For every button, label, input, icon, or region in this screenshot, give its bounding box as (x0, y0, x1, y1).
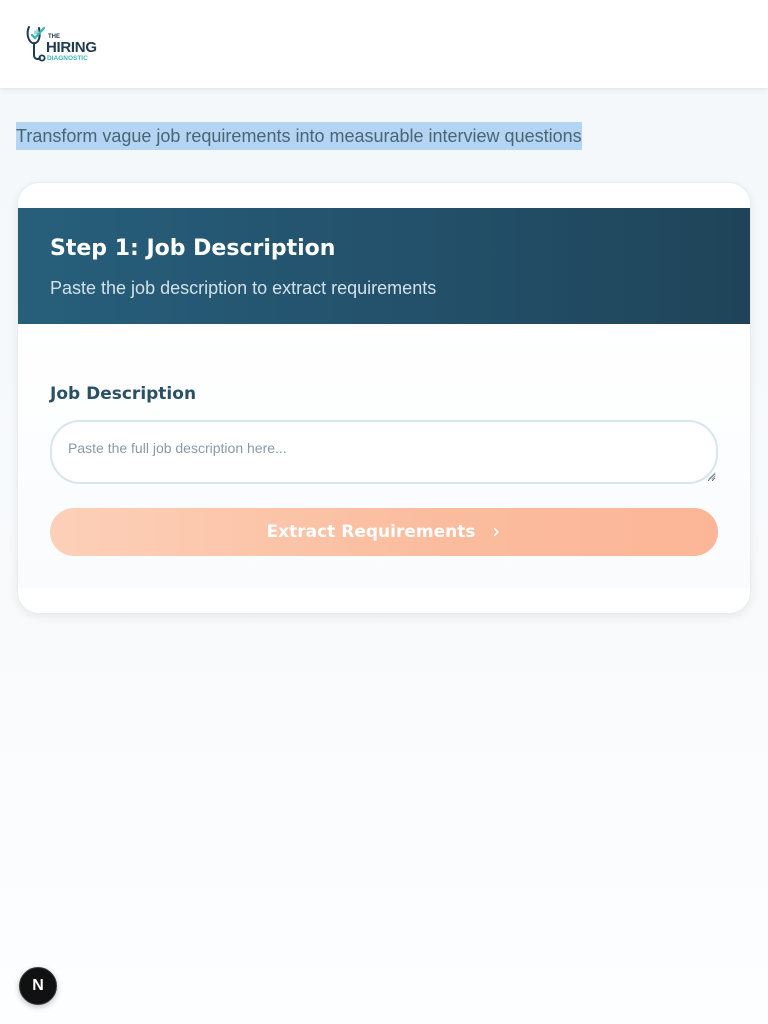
job-description-input[interactable] (50, 420, 718, 484)
step-header: Step 1: Job Description Paste the job de… (18, 208, 750, 324)
logo-line-diagnostic: DIAGNOSTIC (47, 55, 88, 62)
logo-line-hiring: HIRING (46, 39, 97, 56)
next-dev-indicator-icon: N (32, 977, 44, 994)
extract-requirements-label: Extract Requirements (266, 522, 476, 542)
job-description-label: Job Description (50, 384, 197, 404)
step-subtitle: Paste the job description to extract req… (50, 278, 437, 298)
step-title: Step 1: Job Description (50, 236, 336, 261)
next-dev-indicator-button[interactable]: N (19, 967, 57, 1005)
step-card: Step 1: Job Description Paste the job de… (17, 182, 751, 614)
top-bar: THE HIRING DIAGNOSTIC (0, 0, 768, 88)
extract-requirements-button[interactable]: Extract Requirements (50, 508, 718, 556)
chevron-right-icon (494, 527, 500, 537)
logo-wordmark: THE HIRING DIAGNOSTIC (46, 34, 97, 63)
hiring-diagnostic-logo[interactable]: THE HIRING DIAGNOSTIC (26, 24, 98, 64)
step-body: Job Description Extract Requirements (18, 324, 750, 588)
page-tagline: Transform vague job requirements into me… (16, 122, 582, 150)
resize-handle-icon[interactable] (708, 472, 716, 480)
